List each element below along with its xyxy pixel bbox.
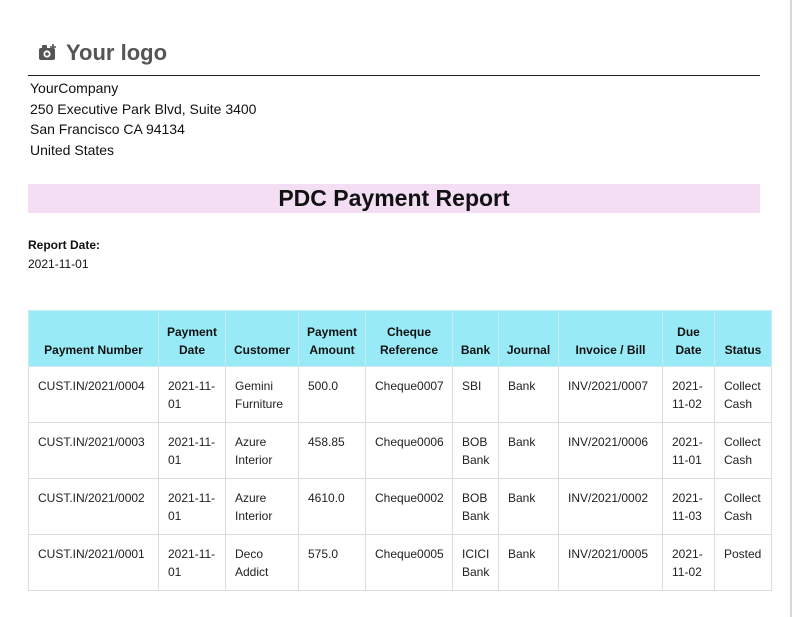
col-header-journal: Journal [498, 310, 559, 367]
cell-customer: Deco Addict [225, 534, 299, 591]
col-header-bank: Bank [452, 310, 499, 367]
table-row: CUST.IN/2021/0004 2021-11-01 Gemini Furn… [28, 366, 772, 423]
header-divider [28, 75, 760, 76]
company-logo: Your logo [38, 40, 167, 66]
table-row: CUST.IN/2021/0003 2021-11-01 Azure Inter… [28, 422, 772, 479]
cell-status: Collect Cash [714, 422, 772, 479]
cell-status: Collect Cash [714, 366, 772, 423]
cell-payment-number: CUST.IN/2021/0001 [28, 534, 159, 591]
report-date-label: Report Date: [28, 238, 101, 252]
cell-cheque-reference: Cheque0006 [365, 422, 453, 479]
col-header-payment-amount: Payment Amount [298, 310, 366, 367]
cell-bank: BOB Bank [452, 422, 499, 479]
cell-payment-amount: 500.0 [298, 366, 366, 423]
cell-cheque-reference: Cheque0005 [365, 534, 453, 591]
cell-payment-date: 2021-11-01 [158, 534, 226, 591]
cell-invoice-bill: INV/2021/0006 [558, 422, 663, 479]
logo-text: Your logo [66, 40, 168, 65]
cell-bank: SBI [452, 366, 499, 423]
cell-payment-date: 2021-11-01 [158, 422, 226, 479]
cell-payment-amount: 458.85 [298, 422, 366, 479]
table-row: CUST.IN/2021/0001 2021-11-01 Deco Addict… [28, 534, 772, 591]
cell-status: Posted [714, 534, 772, 591]
table-row: CUST.IN/2021/0002 2021-11-01 Azure Inter… [28, 478, 772, 535]
cell-payment-number: CUST.IN/2021/0002 [28, 478, 159, 535]
cell-status: Collect Cash [714, 478, 772, 535]
cell-journal: Bank [498, 422, 559, 479]
cell-invoice-bill: INV/2021/0005 [558, 534, 663, 591]
table-header-row: Payment Number Payment Date Customer Pay… [28, 310, 772, 367]
camera-icon [39, 44, 56, 60]
cell-due-date: 2021-11-02 [662, 534, 715, 591]
cell-payment-date: 2021-11-01 [158, 366, 226, 423]
cell-bank: ICICI Bank [452, 534, 499, 591]
cell-payment-number: CUST.IN/2021/0004 [28, 366, 159, 423]
address-city: San Francisco CA 94134 [30, 121, 185, 137]
cell-due-date: 2021-11-02 [662, 366, 715, 423]
cell-due-date: 2021-11-01 [662, 422, 715, 479]
cell-invoice-bill: INV/2021/0007 [558, 366, 663, 423]
cell-bank: BOB Bank [452, 478, 499, 535]
report-date-value: 2021-11-01 [28, 257, 89, 271]
cell-payment-number: CUST.IN/2021/0003 [28, 422, 159, 479]
cell-journal: Bank [498, 534, 559, 591]
cell-due-date: 2021-11-03 [662, 478, 715, 535]
address-street: 250 Executive Park Blvd, Suite 3400 [30, 100, 257, 117]
col-header-invoice-bill: Invoice / Bill [558, 310, 663, 367]
col-header-due-date: Due Date [662, 310, 715, 367]
payment-table: Payment Number Payment Date Customer Pay… [28, 310, 772, 591]
cell-payment-amount: 4610.0 [298, 478, 366, 535]
cell-journal: Bank [498, 366, 559, 423]
col-header-payment-number: Payment Number [28, 310, 159, 367]
col-header-cheque-reference: Cheque Reference [365, 310, 453, 367]
cell-invoice-bill: INV/2021/0002 [558, 478, 663, 535]
col-header-customer: Customer [225, 310, 299, 367]
col-header-payment-date: Payment Date [158, 310, 226, 367]
company-name: YourCompany [30, 80, 119, 96]
cell-cheque-reference: Cheque0007 [365, 366, 453, 423]
cell-customer: Azure Interior [225, 478, 299, 535]
col-header-status: Status [714, 310, 772, 367]
address-country: United States [30, 141, 115, 158]
cell-journal: Bank [498, 478, 559, 535]
cell-payment-date: 2021-11-01 [158, 478, 226, 535]
cell-customer: Azure Interior [225, 422, 299, 479]
cell-payment-amount: 575.0 [298, 534, 366, 591]
report-title: PDC Payment Report [28, 184, 760, 213]
cell-cheque-reference: Cheque0002 [365, 478, 453, 535]
cell-customer: Gemini Furniture [225, 366, 299, 423]
company-address: YourCompany 250 Executive Park Blvd, Sui… [30, 78, 256, 160]
